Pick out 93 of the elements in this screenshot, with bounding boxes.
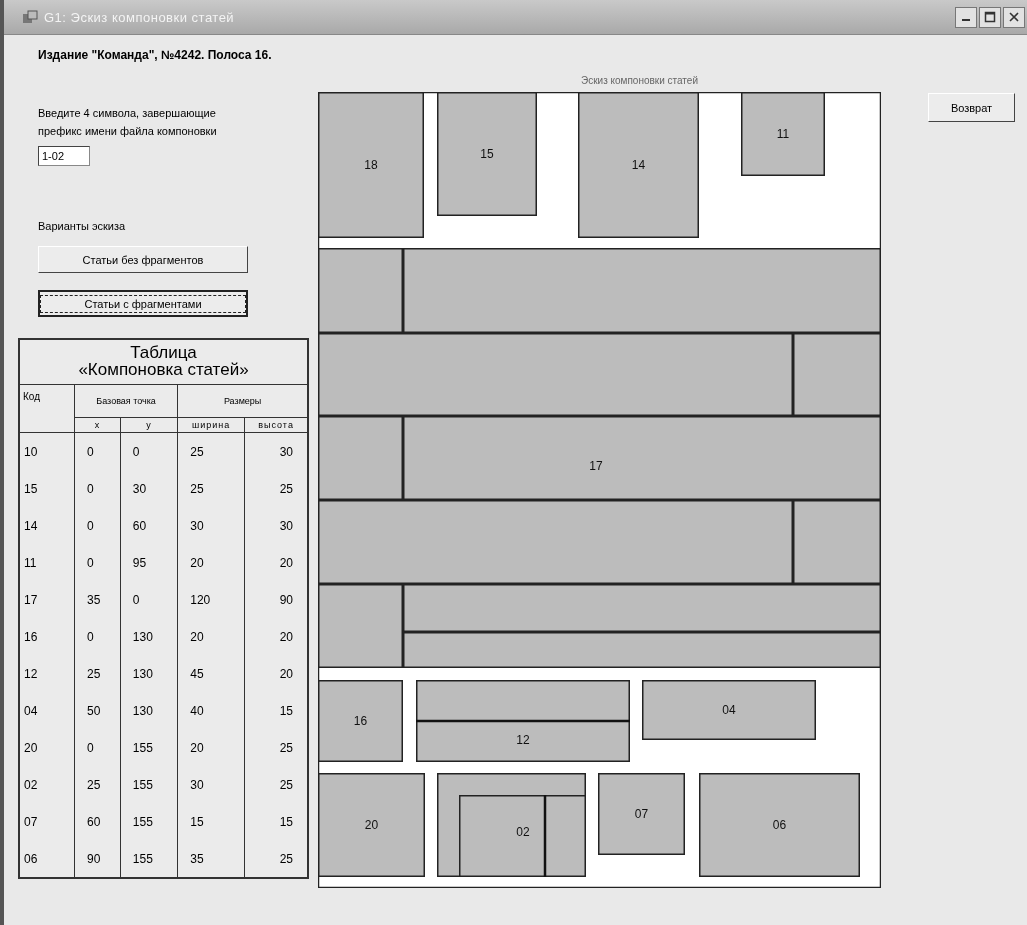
table-cell: 20 <box>244 655 308 692</box>
article-block: 07 <box>598 773 685 855</box>
table-cell: 155 <box>120 766 178 803</box>
article-block: 06 <box>699 773 860 877</box>
table-cell: 0 <box>74 729 121 766</box>
table-cell: 25 <box>244 729 308 766</box>
table-cell: 20 <box>177 618 245 655</box>
table-cell: 25 <box>244 470 308 507</box>
minimize-button[interactable] <box>955 6 977 28</box>
variant-button[interactable]: Статьи с фрагментами <box>38 290 248 317</box>
prefix-field[interactable]: 1-02 <box>38 146 90 166</box>
table-cell: 30 <box>244 507 308 544</box>
table-cell: 20 <box>19 729 75 766</box>
maximize-button[interactable] <box>979 6 1001 28</box>
table-cell: 20 <box>244 544 308 581</box>
table-cell: 155 <box>120 729 178 766</box>
table-cell: 20 <box>177 544 245 581</box>
table-cell: 0 <box>74 544 121 581</box>
table-cell: 15 <box>19 470 75 507</box>
table-cell: 0 <box>74 470 121 507</box>
column-header: ширина <box>177 417 245 433</box>
table-cell: 02 <box>19 766 75 803</box>
column-header: y <box>120 417 178 433</box>
table-cell: 15 <box>244 692 308 729</box>
table-cell: 16 <box>19 618 75 655</box>
column-header: Базовая точка <box>74 384 178 418</box>
table-cell: 130 <box>120 655 178 692</box>
window-title: G1: Эскиз компоновки статей <box>44 9 236 25</box>
table-cell: 60 <box>120 507 178 544</box>
table-cell: 35 <box>74 581 121 618</box>
table-cell: 25 <box>177 470 245 507</box>
table-cell: 25 <box>74 655 121 692</box>
table-cell: 155 <box>120 803 178 840</box>
table-cell: 30 <box>244 432 308 470</box>
close-button[interactable] <box>1003 6 1025 28</box>
article-block: 11 <box>741 92 825 176</box>
return-button[interactable]: Возврат <box>928 93 1015 122</box>
column-header: Код <box>19 384 75 433</box>
article-block: 12 <box>416 680 630 762</box>
table-cell: 45 <box>177 655 245 692</box>
table-cell: 130 <box>120 618 178 655</box>
article-block: 16 <box>318 680 403 762</box>
app-icon <box>22 9 38 25</box>
table-cell: 20 <box>177 729 245 766</box>
article-block: 02 <box>437 773 586 877</box>
table-cell: 17 <box>19 581 75 618</box>
maximize-icon <box>984 11 996 23</box>
table-cell: 25 <box>177 432 245 470</box>
table-cell: 155 <box>120 840 178 878</box>
table-cell: 95 <box>120 544 178 581</box>
table-cell: 120 <box>177 581 245 618</box>
table-cell: 0 <box>120 581 178 618</box>
table-cell: 35 <box>177 840 245 878</box>
table-cell: 25 <box>244 766 308 803</box>
article-block: 04 <box>642 680 816 740</box>
table-cell: 10 <box>19 432 75 470</box>
table-cell: 06 <box>19 840 75 878</box>
table-cell: 0 <box>74 432 121 470</box>
column-header: x <box>74 417 121 433</box>
article-block: 20 <box>318 773 425 877</box>
table-cell: 60 <box>74 803 121 840</box>
table-cell: 0 <box>74 618 121 655</box>
article-block: 17 <box>318 248 881 668</box>
table-cell: 20 <box>244 618 308 655</box>
variant-button[interactable]: Статьи без фрагментов <box>38 246 248 273</box>
article-block: 18 <box>318 92 424 238</box>
table-cell: 11 <box>19 544 75 581</box>
edition-heading: Издание "Команда", №4242. Полоса 16. <box>38 48 272 62</box>
close-icon <box>1008 11 1020 23</box>
table-cell: 0 <box>120 432 178 470</box>
table-cell: 25 <box>74 766 121 803</box>
minimize-icon <box>962 19 970 21</box>
table-cell: 25 <box>244 840 308 878</box>
table-cell: 15 <box>177 803 245 840</box>
table-cell: 04 <box>19 692 75 729</box>
table-cell: 130 <box>120 692 178 729</box>
variants-label: Варианты эскиза <box>38 220 126 232</box>
article-block: 14 <box>578 92 699 238</box>
table-cell: 50 <box>74 692 121 729</box>
table-cell: 30 <box>177 766 245 803</box>
table-cell: 12 <box>19 655 75 692</box>
sketch-caption: Эскиз компоновки статей <box>580 76 699 86</box>
table-cell: 14 <box>19 507 75 544</box>
table-cell: 07 <box>19 803 75 840</box>
table-cell: 90 <box>74 840 121 878</box>
table-cell: 40 <box>177 692 245 729</box>
table-cell: 30 <box>120 470 178 507</box>
table-cell: 90 <box>244 581 308 618</box>
prompt-text: Введите 4 символа, завершающие префикс имени файла компоновки <box>38 106 218 139</box>
table-cell: 30 <box>177 507 245 544</box>
table-cell: 0 <box>74 507 121 544</box>
article-block: 15 <box>437 92 537 216</box>
table-cell: 15 <box>244 803 308 840</box>
